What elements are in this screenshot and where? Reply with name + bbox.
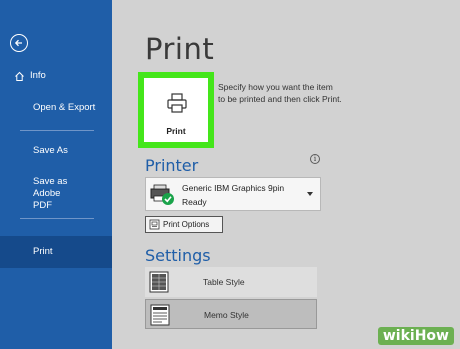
memo-style-thumbnail-icon [150, 304, 170, 326]
print-options-label: Print Options [163, 220, 210, 229]
sidebar-item-info[interactable]: Info [0, 70, 112, 82]
print-options-icon [149, 219, 160, 230]
memo-style-label: Memo Style [204, 310, 249, 320]
info-icon[interactable]: i [310, 154, 320, 164]
print-button-label: Print [166, 126, 186, 136]
settings-heading: Settings [145, 246, 211, 265]
print-options-button[interactable]: Print Options [145, 216, 223, 233]
sidebar-item-label: Open & Export [33, 102, 96, 113]
table-style-thumbnail-icon [149, 271, 169, 293]
memo-style-option[interactable]: Memo Style [145, 299, 317, 329]
table-style-option[interactable]: Table Style [145, 267, 317, 297]
page-title: Print [145, 32, 215, 66]
arrow-left-icon [14, 39, 22, 47]
print-button[interactable]: Print [138, 72, 214, 148]
print-description: Specify how you want the item to be prin… [218, 82, 342, 104]
sidebar-item-label: Print [33, 246, 53, 257]
watermark-logo: wikiHow [377, 327, 454, 345]
home-icon [15, 71, 24, 81]
printer-icon [167, 93, 187, 113]
printer-name: Generic IBM Graphics 9pin [182, 183, 285, 193]
sidebar-item-print[interactable]: Print [0, 236, 112, 268]
sidebar-item-label: Save As [33, 145, 68, 156]
printer-ready-icon [150, 184, 174, 205]
chevron-down-icon [307, 192, 313, 196]
printer-dropdown[interactable]: Generic IBM Graphics 9pin Ready [145, 177, 321, 211]
sidebar-item-label: Save as Adobe PDF [33, 176, 68, 211]
sidebar-item-label: Info [30, 70, 46, 81]
printer-heading: Printer [145, 156, 199, 175]
sidebar-divider [20, 130, 94, 131]
printer-status: Ready [182, 197, 207, 207]
sidebar-item-open-export[interactable]: Open & Export [0, 102, 112, 114]
sidebar-item-save-as[interactable]: Save As [0, 145, 112, 157]
backstage-sidebar: Info Open & Export Save As Save as Adobe… [0, 0, 112, 349]
back-button[interactable] [10, 34, 28, 52]
sidebar-item-save-as-pdf[interactable]: Save as Adobe PDF [0, 176, 80, 212]
table-style-label: Table Style [203, 277, 245, 287]
sidebar-divider [20, 218, 94, 219]
print-panel: Print Print Specify how you want the ite… [112, 0, 460, 349]
